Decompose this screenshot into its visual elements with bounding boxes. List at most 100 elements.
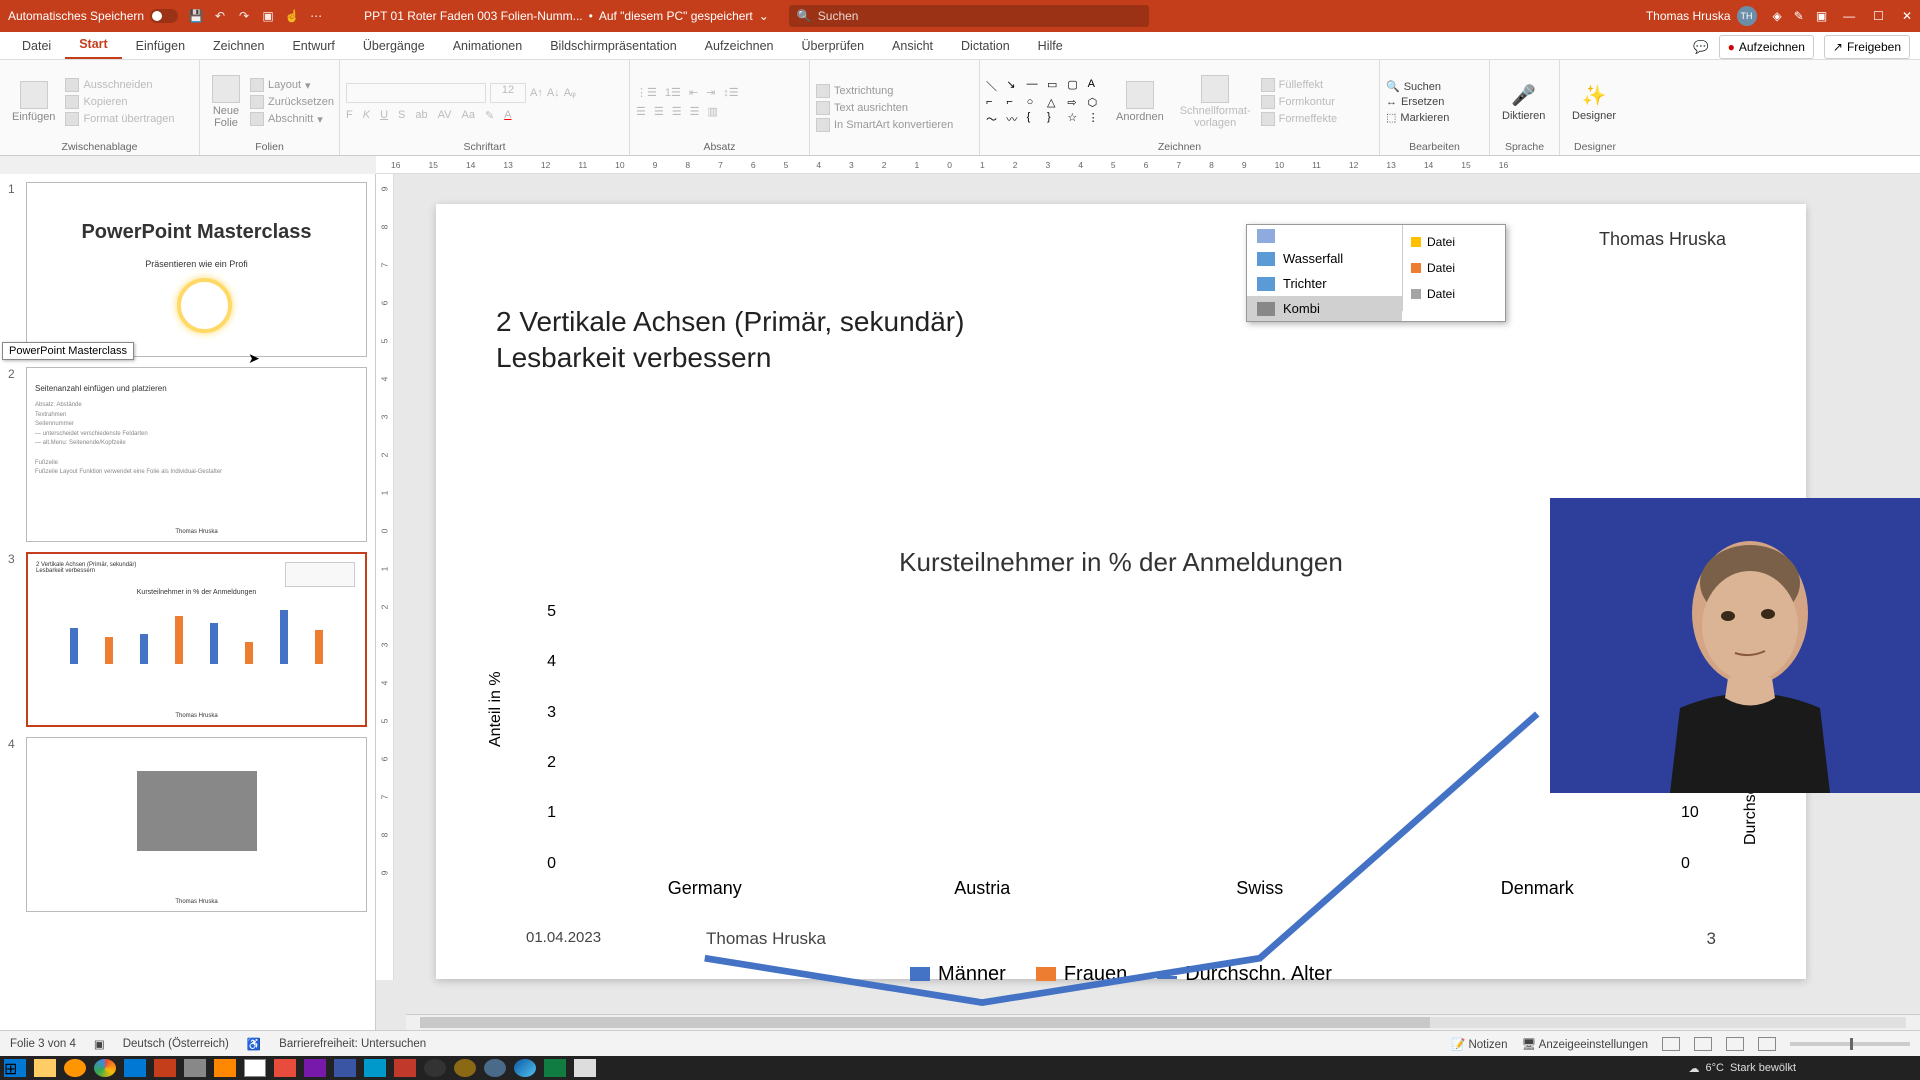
tab-start[interactable]: Start bbox=[65, 31, 121, 59]
redo-icon[interactable]: ↷ bbox=[236, 8, 252, 24]
slide-thumbnail-1[interactable]: PowerPoint Masterclass Präsentieren wie … bbox=[26, 182, 367, 357]
horizontal-scrollbar[interactable] bbox=[406, 1014, 1920, 1030]
excel-icon[interactable] bbox=[544, 1059, 566, 1077]
shape-elbow-icon[interactable]: ⌐ bbox=[1006, 96, 1024, 109]
layout-button[interactable]: Layout▾ bbox=[250, 78, 334, 92]
shape-more-icon[interactable]: ⋮ bbox=[1088, 111, 1106, 127]
picker-hidden-top[interactable]: x bbox=[1247, 225, 1402, 246]
vlc-icon[interactable] bbox=[214, 1059, 236, 1077]
tab-ueberpruefen[interactable]: Überprüfen bbox=[787, 33, 878, 59]
app4-icon[interactable] bbox=[364, 1059, 386, 1077]
reset-button[interactable]: Zurücksetzen bbox=[250, 95, 334, 109]
shape-line2-icon[interactable]: — bbox=[1027, 78, 1045, 94]
tab-animationen[interactable]: Animationen bbox=[439, 33, 537, 59]
shape-star-icon[interactable]: ☆ bbox=[1067, 111, 1085, 127]
status-language[interactable]: Deutsch (Österreich) bbox=[123, 1038, 229, 1050]
window-icon[interactable]: ▣ bbox=[1816, 9, 1827, 23]
tab-entwurf[interactable]: Entwurf bbox=[278, 33, 348, 59]
display-settings-button[interactable]: 🖥 Anzeigeeinstellungen bbox=[1521, 1037, 1648, 1051]
touch-icon[interactable]: ☝ bbox=[284, 8, 300, 24]
more-icon[interactable]: ⋯ bbox=[308, 8, 324, 24]
comments-icon[interactable]: 💬 bbox=[1693, 40, 1709, 55]
tab-aufzeichnen[interactable]: Aufzeichnen bbox=[691, 33, 788, 59]
ribbon-mode-icon[interactable]: ◈ bbox=[1773, 9, 1782, 23]
app8-icon[interactable] bbox=[574, 1059, 596, 1077]
tab-bildschirm[interactable]: Bildschirmpräsentation bbox=[536, 33, 690, 59]
slide-heading[interactable]: 2 Vertikale Achsen (Primär, sekundär) Le… bbox=[496, 304, 1746, 377]
designer-button[interactable]: ✨Designer bbox=[1566, 64, 1622, 140]
zoom-slider[interactable] bbox=[1790, 1042, 1910, 1046]
chrome-icon[interactable] bbox=[94, 1059, 116, 1077]
close-icon[interactable]: ✕ bbox=[1902, 9, 1912, 23]
app6-icon[interactable] bbox=[454, 1059, 476, 1077]
tab-einfuegen[interactable]: Einfügen bbox=[122, 33, 199, 59]
tab-dictation[interactable]: Dictation bbox=[947, 33, 1024, 59]
shape-brace2-icon[interactable]: } bbox=[1047, 111, 1065, 127]
replace-button[interactable]: ↔Ersetzen bbox=[1386, 96, 1449, 108]
section-button[interactable]: Abschnitt▾ bbox=[250, 112, 334, 126]
powerpoint-icon[interactable] bbox=[154, 1059, 176, 1077]
tab-datei[interactable]: Datei bbox=[8, 33, 65, 59]
picker-kombi[interactable]: Kombi bbox=[1247, 296, 1402, 321]
picker-wasserfall[interactable]: Wasserfall bbox=[1247, 246, 1402, 271]
shape-connector-icon[interactable]: ⌐ bbox=[986, 96, 1004, 109]
shape-tri-icon[interactable]: △ bbox=[1047, 96, 1065, 109]
toggle-switch-icon[interactable] bbox=[150, 9, 178, 23]
start-icon[interactable]: ⊞ bbox=[4, 1059, 26, 1077]
tab-ansicht[interactable]: Ansicht bbox=[878, 33, 947, 59]
obs-icon[interactable] bbox=[424, 1059, 446, 1077]
shape-line-icon[interactable]: ＼ bbox=[986, 78, 1004, 94]
new-slide-button[interactable]: Neue Folie bbox=[206, 64, 246, 140]
status-icon[interactable]: ▣ bbox=[94, 1037, 105, 1051]
slide-thumbnail-4[interactable]: Thomas Hruska bbox=[26, 737, 367, 912]
status-slide-count[interactable]: Folie 3 von 4 bbox=[10, 1038, 76, 1050]
paste-button[interactable]: Einfügen bbox=[6, 64, 61, 140]
undo-icon[interactable]: ↶ bbox=[212, 8, 228, 24]
document-title[interactable]: PPT 01 Roter Faden 003 Folien-Numm... • … bbox=[364, 9, 769, 23]
shape-rect2-icon[interactable]: ▢ bbox=[1067, 78, 1085, 94]
app7-icon[interactable] bbox=[484, 1059, 506, 1077]
dictate-button[interactable]: 🎤Diktieren bbox=[1496, 64, 1551, 140]
user-account[interactable]: Thomas Hruska TH bbox=[1646, 6, 1757, 26]
pen-icon[interactable]: ✎ bbox=[1794, 9, 1804, 23]
shape-arrow-icon[interactable]: ↘ bbox=[1006, 78, 1024, 94]
tab-hilfe[interactable]: Hilfe bbox=[1024, 33, 1077, 59]
arrange-button[interactable]: Anordnen bbox=[1110, 64, 1170, 140]
chevron-down-icon[interactable]: ⌄ bbox=[759, 9, 769, 23]
select-button[interactable]: ⬚Markieren bbox=[1386, 111, 1449, 124]
shape-oval-icon[interactable]: ○ bbox=[1027, 96, 1045, 109]
save-icon[interactable]: 💾 bbox=[188, 8, 204, 24]
app-icon[interactable] bbox=[184, 1059, 206, 1077]
shape-free-icon[interactable]: 〰 bbox=[1006, 111, 1024, 127]
sorter-view-icon[interactable] bbox=[1694, 1037, 1712, 1051]
status-accessibility[interactable]: Barrierefreiheit: Untersuchen bbox=[279, 1038, 426, 1050]
tab-zeichnen[interactable]: Zeichnen bbox=[199, 33, 278, 59]
find-button[interactable]: 🔍Suchen bbox=[1386, 80, 1449, 93]
shape-curve-icon[interactable]: 〜 bbox=[986, 111, 1004, 127]
onenote-icon[interactable] bbox=[304, 1059, 326, 1077]
slide-thumbnail-2[interactable]: Seitenanzahl einfügen und platzieren Abs… bbox=[26, 367, 367, 542]
maximize-icon[interactable]: ☐ bbox=[1873, 9, 1884, 23]
search-box[interactable]: 🔍 Suchen bbox=[789, 5, 1149, 27]
picker-trichter[interactable]: Trichter bbox=[1247, 271, 1402, 296]
chart-type-picker[interactable]: x Wasserfall Trichter Kombi Datei Datei … bbox=[1246, 224, 1506, 322]
shape-arrow2-icon[interactable]: ⇨ bbox=[1067, 96, 1085, 109]
app3-icon[interactable] bbox=[274, 1059, 296, 1077]
edge-icon[interactable] bbox=[514, 1059, 536, 1077]
notes-button[interactable]: 📝 Notizen bbox=[1451, 1037, 1508, 1051]
minimize-icon[interactable]: — bbox=[1843, 9, 1855, 23]
picker-series-1[interactable]: Datei bbox=[1409, 229, 1499, 255]
explorer-icon[interactable] bbox=[34, 1059, 56, 1077]
share-button[interactable]: ↗Freigeben bbox=[1824, 35, 1910, 59]
shape-rect-icon[interactable]: ▭ bbox=[1047, 78, 1065, 94]
shape-brace-icon[interactable]: { bbox=[1027, 111, 1045, 127]
avatar-icon[interactable]: TH bbox=[1737, 6, 1757, 26]
slideshow-view-icon[interactable] bbox=[1758, 1037, 1776, 1051]
weather-widget[interactable]: ☁ 6°C Stark bewölkt bbox=[1689, 1062, 1797, 1075]
shape-hex-icon[interactable]: ⬡ bbox=[1088, 96, 1106, 109]
reading-view-icon[interactable] bbox=[1726, 1037, 1744, 1051]
record-button[interactable]: ●Aufzeichnen bbox=[1719, 35, 1814, 59]
normal-view-icon[interactable] bbox=[1662, 1037, 1680, 1051]
autosave-toggle[interactable]: Automatisches Speichern bbox=[8, 9, 178, 23]
picker-series-2[interactable]: Datei bbox=[1409, 255, 1499, 281]
